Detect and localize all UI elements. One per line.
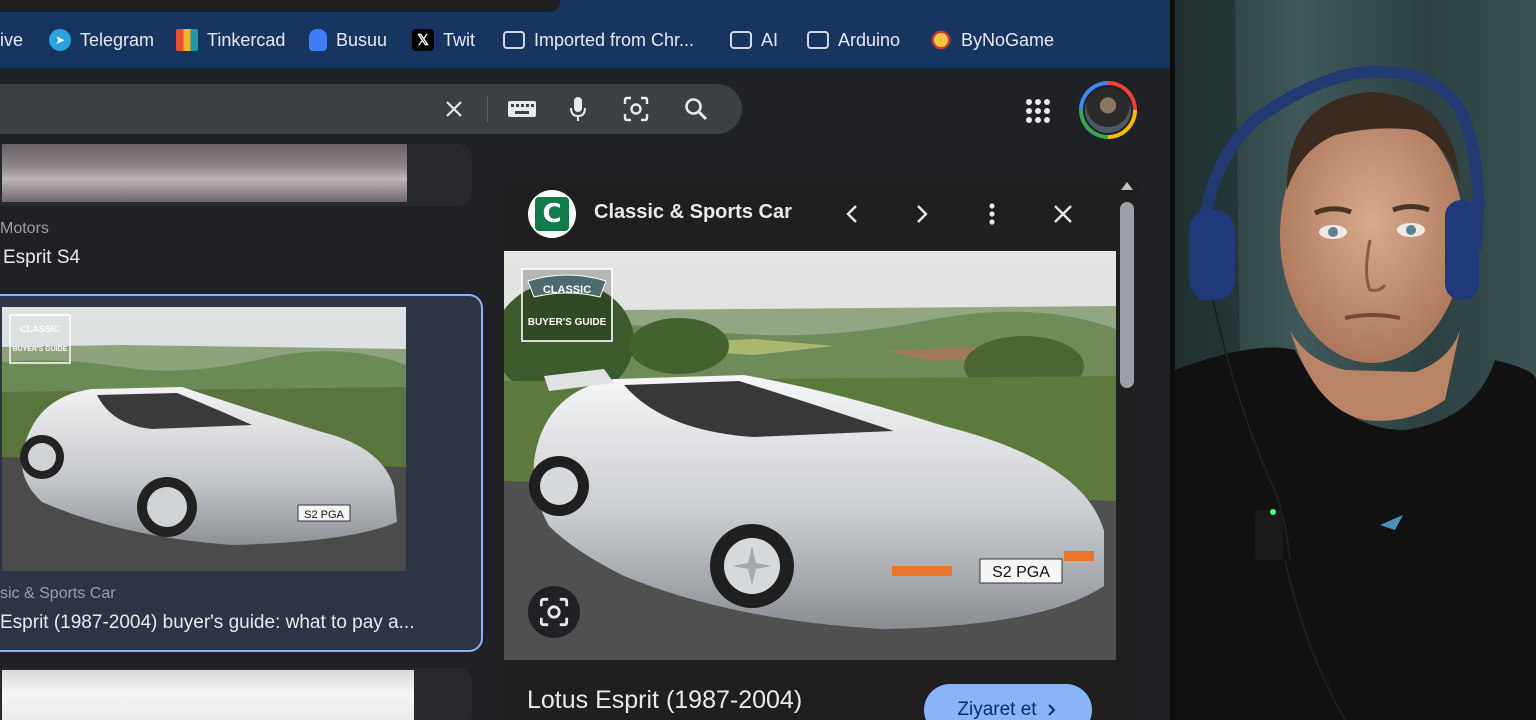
scroll-up-icon[interactable] [1121, 182, 1133, 190]
visit-button[interactable]: Ziyaret et [924, 684, 1092, 720]
bookmark-label: Twit [443, 29, 476, 50]
result-card[interactable] [0, 144, 472, 206]
microphone-icon[interactable] [565, 96, 591, 122]
preview-image[interactable]: S2 PGA CLASSIC BUYER'S GUIDE [504, 251, 1116, 660]
next-icon[interactable] [906, 198, 938, 230]
tinkercad-icon [176, 29, 198, 51]
folder-icon [730, 31, 752, 49]
bookmark-label: rive [0, 29, 24, 50]
bookmark-folder-ai[interactable]: AI [730, 27, 778, 53]
bookmark-telegram[interactable]: ➤ Telegram [49, 27, 154, 53]
search-divider [487, 96, 488, 122]
close-icon[interactable] [1047, 198, 1079, 230]
tab-strip [0, 0, 1175, 12]
lens-icon [539, 597, 569, 627]
bookmark-label: Imported from Chr... [534, 29, 695, 50]
image-preview-panel: C Classic & Sports Car S2 PGA CLASSIC BU… [504, 178, 1140, 720]
badge-top-text: CLASSIC [543, 284, 591, 296]
folder-icon [503, 31, 525, 49]
badge-top-text: CLASSIC [20, 324, 60, 334]
result-thumbnail[interactable] [2, 670, 414, 720]
lens-icon[interactable] [623, 96, 649, 122]
bookmark-folder-imported[interactable]: Imported from Chr... [503, 27, 694, 53]
telegram-icon: ➤ [49, 29, 71, 51]
bookmark-tinkercad[interactable]: Tinkercad [176, 27, 285, 53]
apps-grid-icon[interactable] [1024, 97, 1052, 125]
site-logo-letter: C [535, 197, 569, 231]
previous-icon[interactable] [836, 198, 868, 230]
search-toolbar [0, 70, 1175, 148]
bookmarks-bar: rive ➤ Telegram Tinkercad Busuu 𝕏 Twit I… [0, 12, 1175, 70]
bookmark-twit[interactable]: 𝕏 Twit [412, 27, 475, 53]
result-title[interactable]: Esprit (1987-2004) buyer's guide: what t… [0, 612, 414, 634]
scrollbar-thumb[interactable] [1120, 202, 1134, 388]
result-source[interactable]: sic & Sports Car [0, 585, 116, 603]
bookmark-drive[interactable]: rive [0, 27, 23, 53]
badge-bottom-text: BUYER'S GUIDE [528, 317, 607, 328]
preview-site-name[interactable]: Classic & Sports Car [594, 201, 792, 224]
profile-avatar[interactable] [1079, 81, 1137, 139]
bookmark-label: Arduino [838, 29, 901, 50]
result-source[interactable]: Motors [0, 220, 49, 238]
webcam-overlay [1175, 0, 1536, 720]
plate-text: S2 PGA [992, 564, 1050, 581]
preview-title[interactable]: Lotus Esprit (1987-2004) [527, 686, 802, 715]
clear-icon[interactable] [441, 96, 467, 122]
folder-icon [807, 31, 829, 49]
visit-button-label: Ziyaret et [957, 699, 1037, 720]
chevron-right-icon [1047, 704, 1056, 716]
bookmark-label: ByNoGame [961, 29, 1055, 50]
bookmark-busuu[interactable]: Busuu [309, 27, 387, 53]
bookmark-label: Telegram [80, 29, 155, 50]
busuu-icon [309, 29, 327, 51]
x-icon: 𝕏 [412, 29, 434, 51]
search-icon[interactable] [683, 96, 709, 122]
result-thumbnail[interactable] [2, 144, 407, 202]
bookmark-folder-arduino[interactable]: Arduino [807, 27, 900, 53]
result-card[interactable] [0, 668, 472, 720]
active-tab[interactable] [0, 0, 560, 12]
bookmark-bynogame[interactable]: ByNoGame [930, 27, 1054, 53]
bookmark-label: AI [761, 29, 779, 50]
search-input[interactable] [0, 84, 742, 134]
browser-window: rive ➤ Telegram Tinkercad Busuu 𝕏 Twit I… [0, 0, 1175, 720]
bookmark-label: Busuu [336, 29, 388, 50]
site-logo[interactable]: C [528, 190, 576, 238]
image-results-column: Motors Esprit S4 S2 PGA CLASSIC BUYER'S … [0, 144, 490, 720]
result-thumbnail[interactable]: S2 PGA CLASSIC BUYER'S GUIDE [2, 307, 406, 571]
badge-bottom-text: BUYER'S GUIDE [13, 346, 68, 353]
bynogame-icon [930, 29, 952, 51]
lens-search-button[interactable] [528, 586, 580, 638]
result-title[interactable]: Esprit S4 [3, 247, 80, 269]
keyboard-icon[interactable] [506, 96, 538, 122]
bookmark-label: Tinkercad [207, 29, 286, 50]
scrollbar[interactable] [1116, 178, 1138, 720]
plate-text: S2 PGA [304, 509, 344, 521]
more-options-icon[interactable] [976, 198, 1008, 230]
